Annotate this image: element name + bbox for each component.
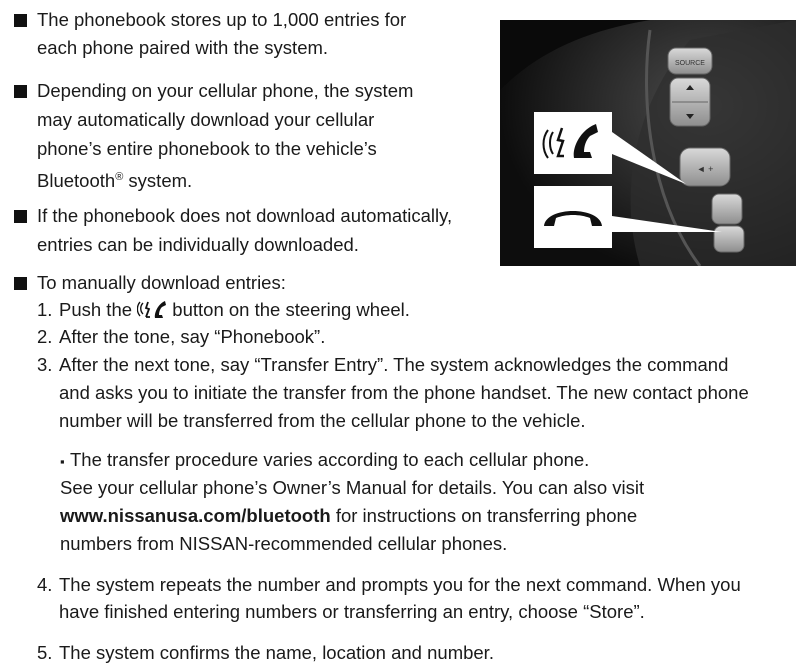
bullet-square [14, 277, 27, 290]
bullet-2-line-1: Depending on your cellular phone, the sy… [37, 80, 414, 101]
svg-text:◄ +: ◄ + [697, 164, 714, 174]
sub-line-3-rest: for instructions on transferring phone [330, 505, 638, 526]
bullet-2-line-3: phone’s entire phonebook to the vehicle’… [37, 138, 377, 159]
sub-line-1: The transfer procedure varies according … [70, 449, 590, 470]
bullet-1-line-2: each phone paired with the system. [37, 37, 329, 58]
step-3-number: 3. [37, 354, 53, 375]
bullet-2-line-2: may automatically download your cellular [37, 109, 375, 130]
sub-line-4: numbers from NISSAN-recommended cellular… [60, 533, 508, 554]
step-4-number: 4. [37, 574, 53, 595]
sub-bullet: ▪ [60, 454, 65, 469]
bullet-4-line-1: To manually download entries: [37, 272, 286, 293]
step-1-number: 1. [37, 299, 53, 320]
source-button-label: SOURCE [675, 60, 705, 67]
step-3-line-1: After the next tone, say “Transfer Entry… [59, 354, 729, 375]
step-2-text: After the tone, say “Phonebook”. [59, 326, 326, 347]
step-3-line-3: number will be transferred from the cell… [59, 410, 586, 431]
step-5-number: 5. [37, 642, 53, 663]
sub-line-3: www.nissanusa.com/bluetooth for instruct… [60, 502, 637, 529]
bullet-3-line-2: entries can be individually downloaded. [37, 234, 359, 255]
step-1-post: button on the steering wheel. [167, 299, 410, 320]
step-3-line-2: and asks you to initiate the transfer fr… [59, 382, 749, 403]
bullet-3-line-1: If the phonebook does not download autom… [37, 205, 453, 226]
step-5-text: The system confirms the name, location a… [59, 642, 494, 663]
sub-line-2: See your cellular phone’s Owner’s Manual… [60, 477, 645, 498]
bullet-1-line-1: The phonebook stores up to 1,000 entries… [37, 9, 407, 30]
bullet-square [14, 14, 27, 27]
bullet-2-line-4: Bluetooth® system. [37, 164, 192, 194]
steering-wheel-illustration: SOURCE ◄ + [500, 20, 796, 266]
step-4-line-1: The system repeats the number and prompt… [59, 574, 741, 595]
bullet-square [14, 210, 27, 223]
bluetooth-word: Bluetooth [37, 170, 116, 192]
steering-wheel-photo: SOURCE ◄ + [500, 20, 796, 266]
nissan-bluetooth-link[interactable]: www.nissanusa.com/bluetooth [60, 505, 331, 526]
step-2-number: 2. [37, 326, 53, 347]
bullet-square [14, 85, 27, 98]
step-4-line-2: have finished entering numbers or transf… [59, 601, 645, 622]
step-1-pre: Push the [59, 299, 138, 320]
bluetooth-suffix: system. [123, 170, 193, 192]
